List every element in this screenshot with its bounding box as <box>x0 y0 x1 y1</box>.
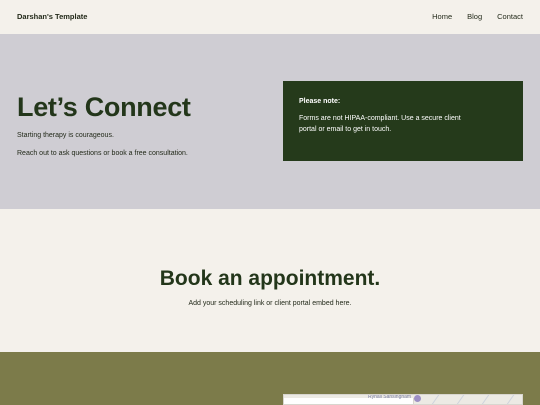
main-nav: Home Blog Contact <box>432 12 523 21</box>
booking-section: Book an appointment. Add your scheduling… <box>0 209 540 352</box>
note-body: Forms are not HIPAA-compliant. Use a sec… <box>299 115 461 133</box>
booking-subtitle: Add your scheduling link or client porta… <box>188 300 352 307</box>
nav-blog-link[interactable]: Blog <box>467 12 482 21</box>
site-title[interactable]: Darshan's Template <box>17 12 87 21</box>
map-road <box>503 395 516 404</box>
map-road <box>478 395 491 404</box>
hipaa-note-box: Please note: Forms are not HIPAA-complia… <box>283 81 523 161</box>
site-header: Darshan's Template Home Blog Contact <box>0 0 540 34</box>
map-embed[interactable]: Ryhall Sansingham <box>283 394 523 405</box>
hero-subtitle-2: Reach out to ask questions or book a fre… <box>17 150 188 157</box>
hero-section: Let’s Connect Starting therapy is courag… <box>0 34 540 209</box>
map-pin-icon <box>414 395 421 402</box>
note-title: Please note: <box>299 98 341 105</box>
map-road <box>453 395 466 404</box>
map-road <box>428 395 441 404</box>
nav-home-link[interactable]: Home <box>432 12 452 21</box>
map-section: Ryhall Sansingham <box>0 352 540 405</box>
booking-title: Book an appointment. <box>159 267 381 290</box>
hero-title: Let’s Connect <box>17 92 191 122</box>
hero-subtitle-1: Starting therapy is courageous. <box>17 132 114 139</box>
map-place-label: Ryhall Sansingham <box>368 394 412 400</box>
nav-contact-link[interactable]: Contact <box>497 12 523 21</box>
